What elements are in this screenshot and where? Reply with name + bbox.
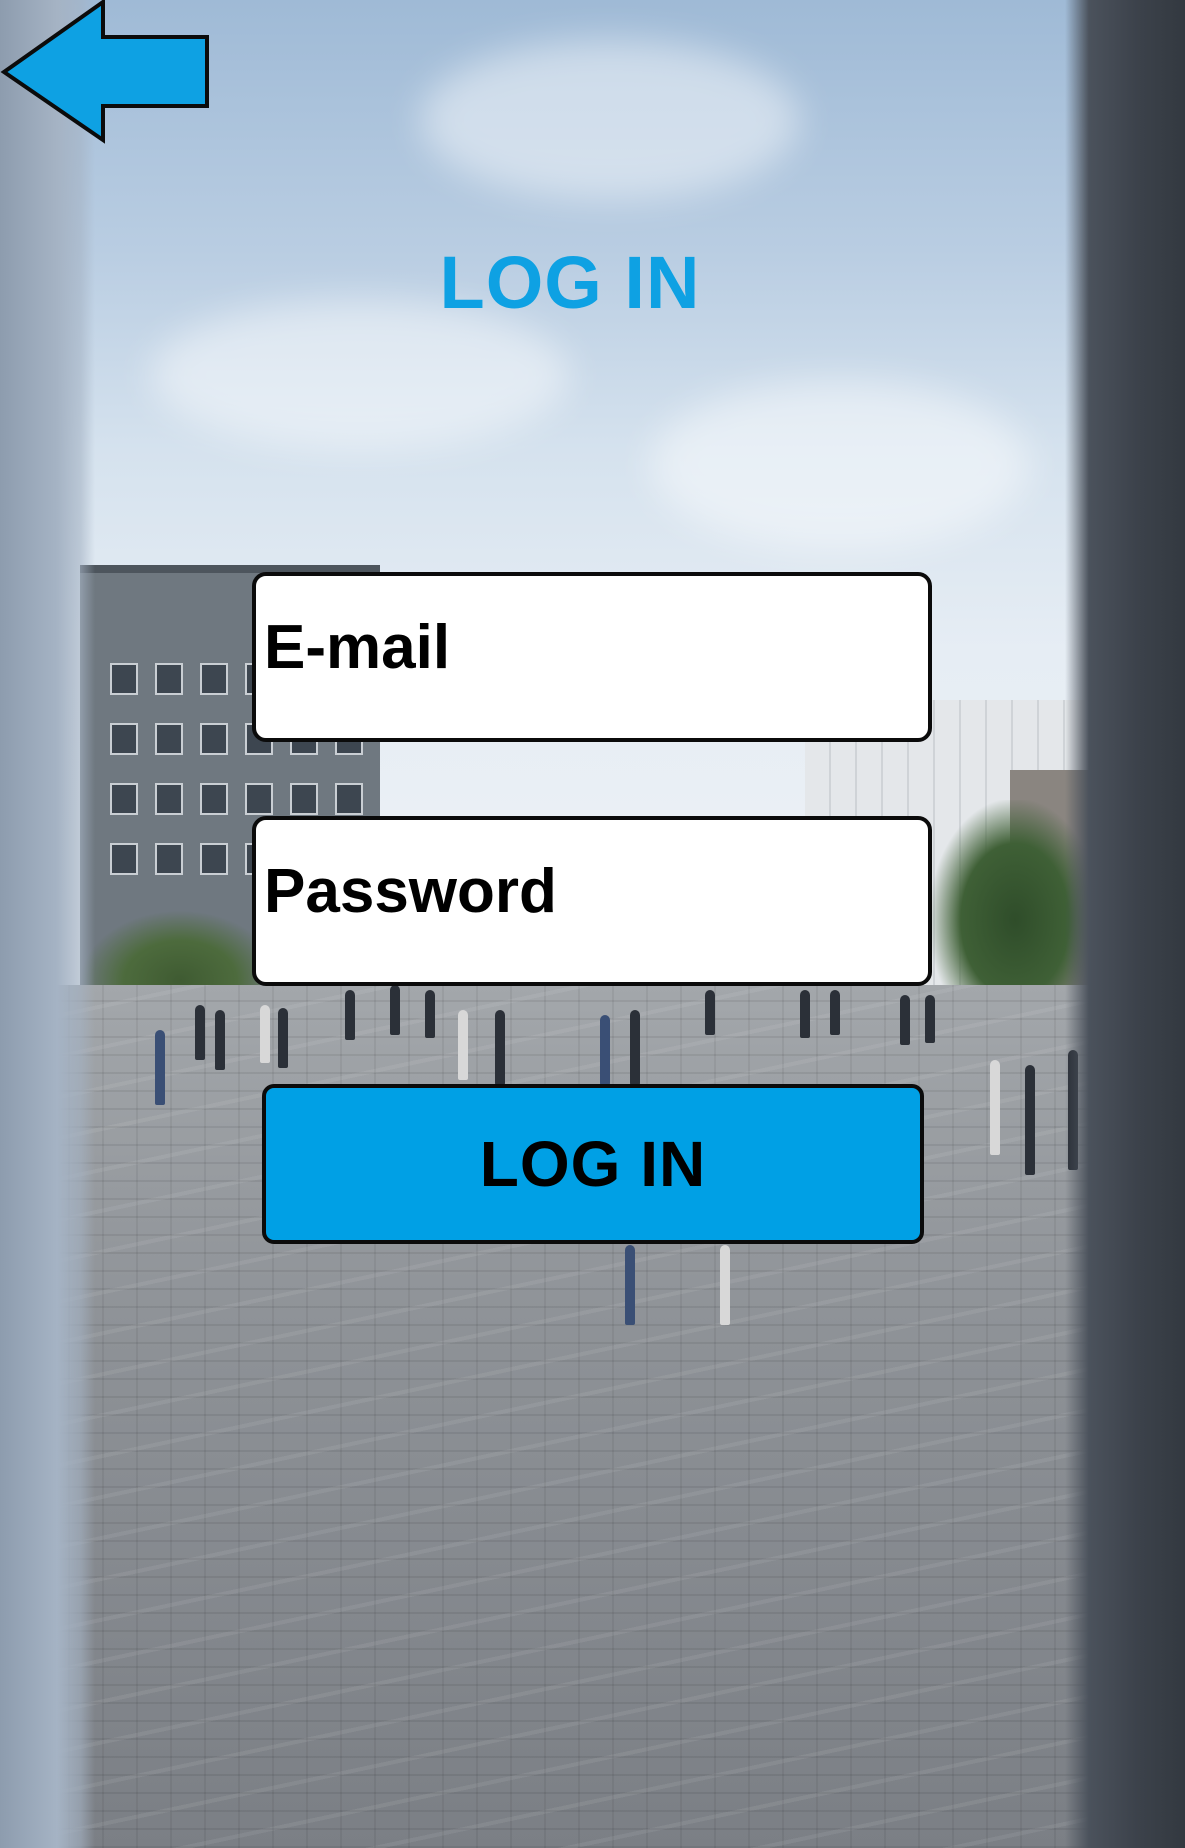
pedestrian bbox=[830, 990, 840, 1035]
email-input[interactable] bbox=[256, 576, 928, 738]
page-title: LOG IN bbox=[439, 241, 701, 324]
pedestrian bbox=[495, 1010, 505, 1085]
pedestrian bbox=[990, 1060, 1000, 1155]
pedestrian bbox=[600, 1015, 610, 1085]
pedestrian bbox=[630, 1010, 640, 1085]
login-button[interactable]: LOG IN bbox=[262, 1084, 924, 1244]
left-arrow-icon bbox=[0, 0, 209, 144]
cloud bbox=[650, 380, 1030, 550]
password-field[interactable]: Password bbox=[252, 816, 932, 986]
pedestrian bbox=[705, 990, 715, 1035]
pedestrian bbox=[720, 1245, 730, 1325]
pedestrian bbox=[925, 995, 935, 1043]
pedestrian bbox=[278, 1008, 288, 1068]
pedestrian bbox=[425, 990, 435, 1038]
pedestrian bbox=[900, 995, 910, 1045]
login-button-label: LOG IN bbox=[479, 1128, 707, 1200]
pedestrian bbox=[260, 1005, 270, 1063]
pedestrian bbox=[390, 985, 400, 1035]
password-input[interactable] bbox=[256, 820, 928, 982]
back-button[interactable] bbox=[0, 0, 210, 145]
pedestrian bbox=[345, 990, 355, 1040]
cloud bbox=[420, 40, 800, 200]
email-field[interactable]: E-mail bbox=[252, 572, 932, 742]
pedestrian bbox=[215, 1010, 225, 1070]
pedestrian bbox=[155, 1030, 165, 1105]
pedestrian bbox=[1025, 1065, 1035, 1175]
pedestrian bbox=[800, 990, 810, 1038]
pedestrian bbox=[195, 1005, 205, 1060]
pedestrian bbox=[458, 1010, 468, 1080]
pedestrian bbox=[625, 1245, 635, 1325]
